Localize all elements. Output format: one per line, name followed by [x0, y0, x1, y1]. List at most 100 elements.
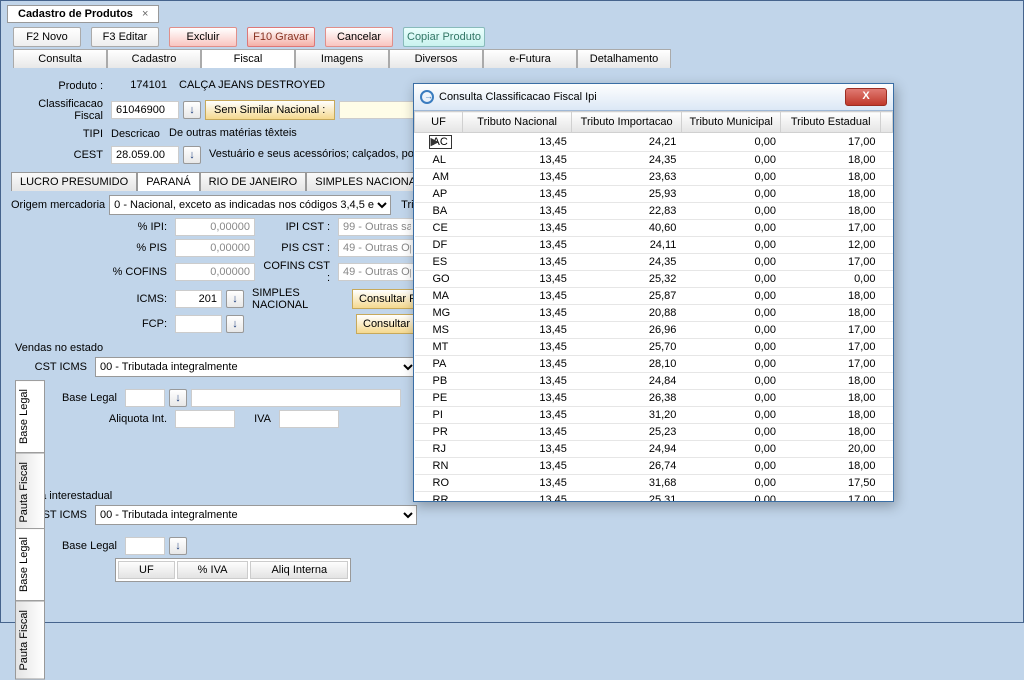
table-row[interactable]: RJ13,4524,940,0020,00 [415, 441, 893, 458]
cst-icms-ve-select[interactable]: 00 - Tributada integralmente [95, 357, 417, 377]
tipi-label: TIPI [11, 128, 107, 140]
icms-input[interactable] [175, 290, 222, 308]
pis-cst-input[interactable] [338, 239, 416, 257]
tab-consulta[interactable]: Consulta [13, 49, 107, 68]
editar-button[interactable]: F3 Editar [91, 27, 159, 47]
origem-label: Origem mercadoria [11, 199, 105, 211]
table-row[interactable]: MS13,4526,960,0017,00 [415, 322, 893, 339]
vtab-pauta-fiscal-1[interactable]: Pauta Fiscal [15, 453, 45, 532]
base-legal-vi-lookup-icon[interactable]: ↓ [169, 537, 187, 555]
novo-button[interactable]: F2 Novo [13, 27, 81, 47]
produto-codigo: 174101 [111, 77, 171, 95]
col-header-3[interactable]: Tributo Municipal [681, 112, 781, 133]
table-row[interactable]: PI13,4531,200,0018,00 [415, 407, 893, 424]
col-header-4[interactable]: Tributo Estadual [781, 112, 881, 133]
table-row[interactable]: DF13,4524,110,0012,00 [415, 237, 893, 254]
icms-lookup-icon[interactable]: ↓ [226, 290, 244, 308]
table-row[interactable]: RO13,4531,680,0017,50 [415, 475, 893, 492]
pct-pis-input[interactable] [175, 239, 255, 257]
table-row[interactable]: MG13,4520,880,0018,00 [415, 305, 893, 322]
table-row[interactable]: ▶AC13,4524,210,0017,00 [415, 133, 893, 152]
cst-icms-vi-select[interactable]: 00 - Tributada integralmente [95, 505, 417, 525]
pct-cofins-label: % COFINS [11, 266, 171, 278]
vtab-base-legal-2[interactable]: Base Legal [15, 528, 45, 601]
class-fiscal-label: Classificacao Fiscal [11, 98, 107, 122]
cancelar-button[interactable]: Cancelar [325, 27, 393, 47]
base-legal-vi-input[interactable] [125, 537, 165, 555]
ipi-cst-input[interactable] [338, 218, 416, 236]
vtab-pauta-fiscal-2[interactable]: Pauta Fiscal [15, 601, 45, 680]
region-tab-2[interactable]: RIO DE JANEIRO [200, 172, 307, 191]
class-fiscal-lookup-icon[interactable]: ↓ [183, 101, 201, 119]
base-legal-ve-lookup-icon[interactable]: ↓ [169, 389, 187, 407]
toolbar: F2 Novo F3 Editar Excluir F10 Gravar Can… [1, 23, 1023, 49]
tab-fiscal[interactable]: Fiscal [201, 49, 295, 68]
class-fiscal-input[interactable] [111, 101, 179, 119]
cest-input[interactable] [111, 146, 179, 164]
table-row[interactable]: BA13,4522,830,0018,00 [415, 203, 893, 220]
pct-ipi-input[interactable] [175, 218, 255, 236]
table-row[interactable]: MA13,4525,870,0018,00 [415, 288, 893, 305]
region-tab-0[interactable]: LUCRO PRESUMIDO [11, 172, 137, 191]
pct-ipi-label: % IPI: [11, 221, 171, 233]
tab-detalhamento[interactable]: Detalhamento [577, 49, 671, 68]
tab-imagens[interactable]: Imagens [295, 49, 389, 68]
simples-label: SIMPLES NACIONAL [248, 287, 348, 311]
dialog-titlebar[interactable]: Consulta Classificacao Fiscal Ipi X [414, 84, 893, 111]
table-row[interactable]: AM13,4523,630,0018,00 [415, 169, 893, 186]
vtab-base-legal-1[interactable]: Base Legal [15, 380, 45, 453]
base-legal-ve-desc[interactable] [191, 389, 401, 407]
table-row[interactable]: PB13,4524,840,0018,00 [415, 373, 893, 390]
table-row[interactable]: ES13,4524,350,0017,00 [415, 254, 893, 271]
aliq-int-input[interactable] [175, 410, 235, 428]
close-icon[interactable]: × [142, 8, 148, 20]
window-tab-title: Cadastro de Produtos [18, 8, 133, 20]
uf-iva-table: UF % IVA Aliq Interna [115, 558, 351, 582]
table-row[interactable]: PA13,4528,100,0017,00 [415, 356, 893, 373]
table-row[interactable]: CE13,4540,600,0017,00 [415, 220, 893, 237]
table-row[interactable]: RN13,4526,740,0018,00 [415, 458, 893, 475]
gravar-button[interactable]: F10 Gravar [247, 27, 315, 47]
sem-similar-button[interactable]: Sem Similar Nacional : [205, 100, 335, 120]
col-aliq: Aliq Interna [250, 561, 348, 579]
excluir-button[interactable]: Excluir [169, 27, 237, 47]
origem-select[interactable]: 0 - Nacional, exceto as indicadas nos có… [109, 195, 391, 215]
col-header-0[interactable]: UF [415, 112, 463, 133]
tab-e-futura[interactable]: e-Futura [483, 49, 577, 68]
region-tab-1[interactable]: PARANÁ [137, 172, 199, 191]
copiar-produto-button[interactable]: Copiar Produto [403, 27, 485, 47]
pis-cst-label: PIS CST : [259, 242, 334, 254]
col-header-2[interactable]: Tributo Importacao [572, 112, 682, 133]
dialog-close-button[interactable]: X [845, 88, 887, 106]
table-row[interactable]: MT13,4525,700,0017,00 [415, 339, 893, 356]
cofins-cst-input[interactable] [338, 263, 416, 281]
fcp-input[interactable] [175, 315, 222, 333]
pct-cofins-input[interactable] [175, 263, 255, 281]
consulta-ipi-dialog: Consulta Classificacao Fiscal Ipi X UFTr… [413, 83, 894, 502]
iva-input[interactable] [279, 410, 339, 428]
window-tab[interactable]: Cadastro de Produtos × [7, 5, 159, 23]
dialog-icon [420, 90, 434, 104]
tab-diversos[interactable]: Diversos [389, 49, 483, 68]
table-row[interactable]: AP13,4525,930,0018,00 [415, 186, 893, 203]
cest-label: CEST [11, 149, 107, 161]
produto-label: Produto : [11, 80, 107, 92]
icms-label: ICMS: [11, 293, 171, 305]
table-row[interactable]: PR13,4525,230,0018,00 [415, 424, 893, 441]
tributo-table: UFTributo NacionalTributo ImportacaoTrib… [414, 111, 893, 501]
dialog-body[interactable]: UFTributo NacionalTributo ImportacaoTrib… [414, 111, 893, 501]
table-row[interactable]: AL13,4524,350,0018,00 [415, 152, 893, 169]
pct-pis-label: % PIS [11, 242, 171, 254]
fcp-label: FCP: [11, 318, 171, 330]
base-legal-vi-label: Base Legal [51, 540, 121, 552]
table-row[interactable]: RR13,4525,310,0017,00 [415, 492, 893, 502]
cest-lookup-icon[interactable]: ↓ [183, 146, 201, 164]
fcp-lookup-icon[interactable]: ↓ [226, 315, 244, 333]
base-legal-ve-input[interactable] [125, 389, 165, 407]
main-tabs: ConsultaCadastroFiscalImagensDiversose-F… [1, 49, 1023, 68]
col-header-1[interactable]: Tributo Nacional [462, 112, 571, 133]
table-row[interactable]: GO13,4525,320,000,00 [415, 271, 893, 288]
tab-cadastro[interactable]: Cadastro [107, 49, 201, 68]
tipi-desc-label: Descricao [111, 128, 161, 140]
table-row[interactable]: PE13,4526,380,0018,00 [415, 390, 893, 407]
